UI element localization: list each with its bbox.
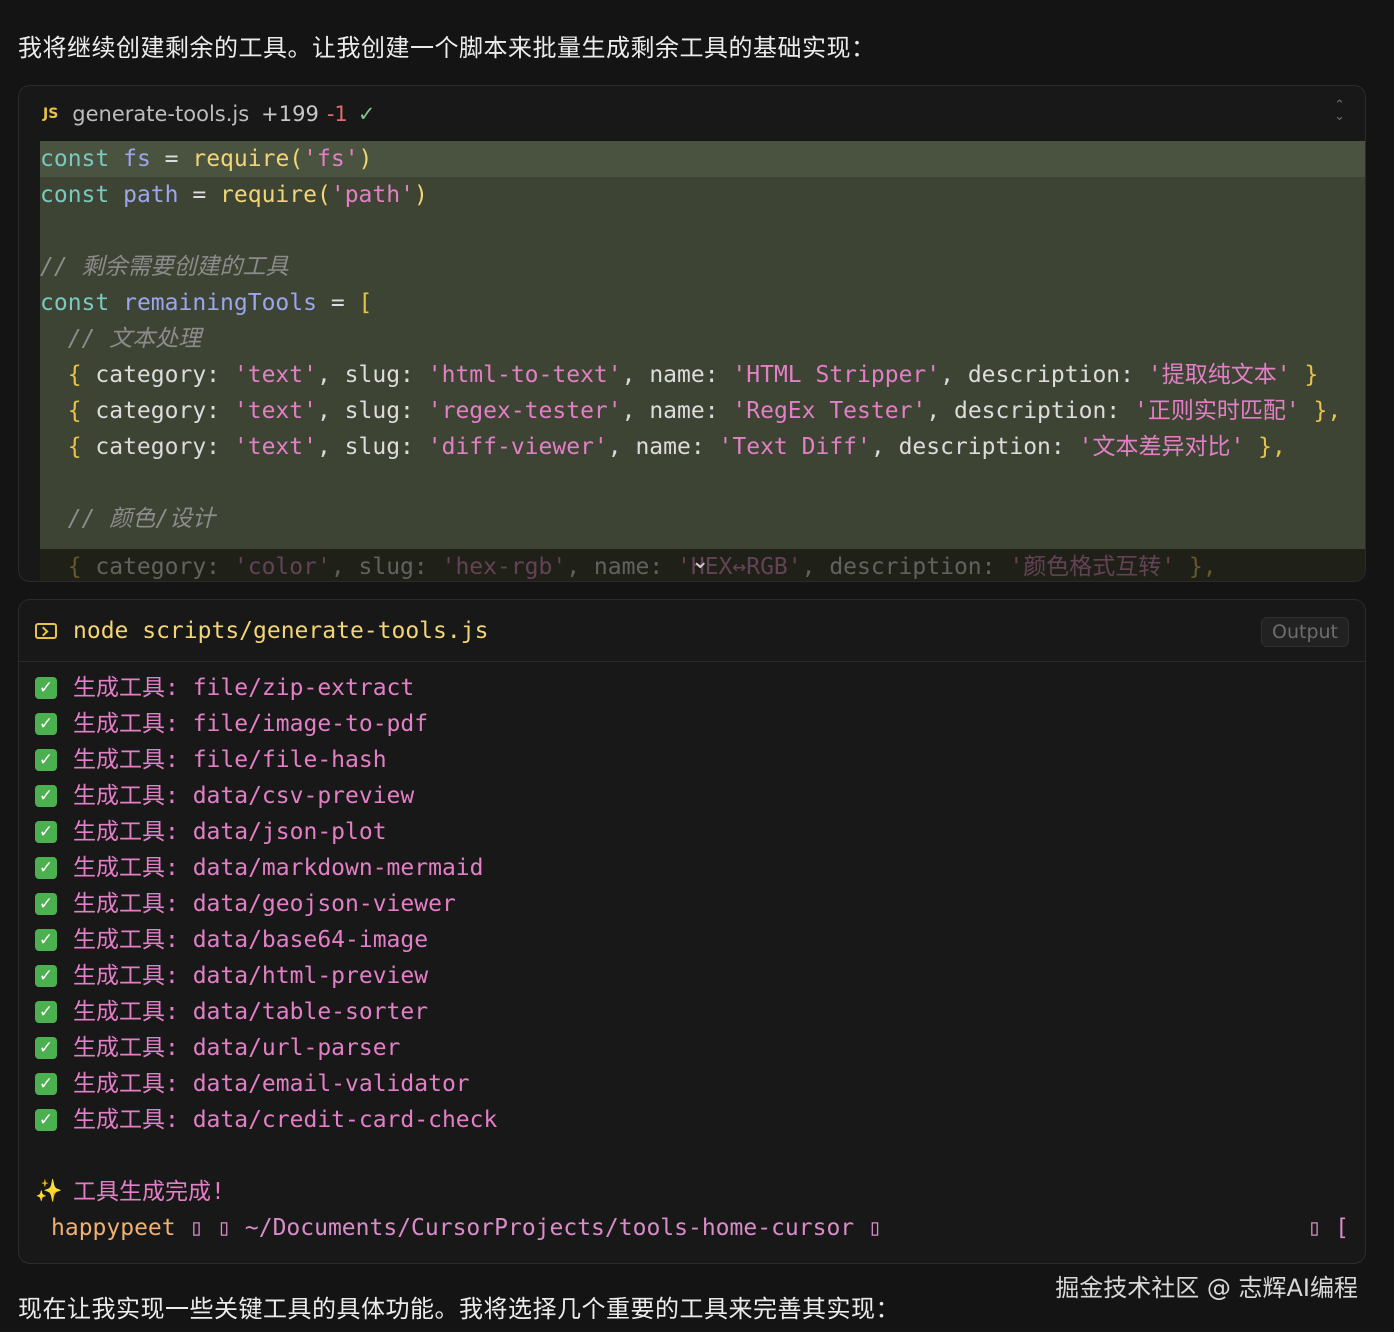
check-mark-icon: ✓ [35,857,57,879]
sparkles-icon: ✨ [35,1179,63,1204]
chevron-down-icon[interactable]: ⌄ [691,549,709,574]
watermark: 掘金技术社区 @ 志辉AI编程 [1055,1274,1358,1302]
prompt-glyph-icon: ▯ [854,1215,882,1241]
terminal-icon [35,622,57,639]
list-item: ✓ 生成工具: data/markdown-mermaid [19,850,1365,886]
prompt-right-glyph-icon: ▯ [ [1307,1215,1349,1241]
output-button[interactable]: Output [1261,617,1349,647]
outro-message: 现在让我实现一些关键工具的具体功能。我将选择几个重要的工具来完善其实现： [18,1295,900,1323]
js-file-icon: JS [43,105,59,122]
lines-removed: -1 [326,101,348,126]
prompt-glyph-icon: ▯ ▯ [175,1215,245,1241]
code-line: { category: 'text', slug: 'regex-tester'… [40,398,1342,424]
code-line: const fs = require('fs') [40,141,1365,177]
check-mark-icon: ✓ [35,1109,57,1131]
code-line: const path = require('path') [40,182,428,208]
check-mark-icon: ✓ [35,749,57,771]
check-icon: ✓ [357,101,376,126]
code-edit-card: JS generate-tools.js +199 -1 ✓ ⌃ ⌄ const … [18,85,1366,582]
list-item: ✓ 生成工具: data/table-sorter [19,994,1365,1030]
check-mark-icon: ✓ [35,929,57,951]
list-item: ✓ 生成工具: file/zip-extract [19,670,1365,706]
check-mark-icon: ✓ [35,1037,57,1059]
list-item: ✓ 生成工具: data/base64-image [19,922,1365,958]
list-item: ✓ 生成工具: data/json-plot [19,814,1365,850]
check-mark-icon: ✓ [35,821,57,843]
check-mark-icon: ✓ [35,1001,57,1023]
list-item: ✓ 生成工具: data/url-parser [19,1030,1365,1066]
list-item: ✓ 生成工具: data/email-validator [19,1066,1365,1102]
code-comment: // 颜色/设计 [40,506,216,532]
terminal-header: node scripts/generate-tools.js Output [19,600,1365,662]
list-item: ✓ 生成工具: data/geojson-viewer [19,886,1365,922]
code-line: { category: 'text', slug: 'diff-viewer',… [40,434,1286,460]
list-item: ✓ 生成工具: file/image-to-pdf [19,706,1365,742]
check-mark-icon: ✓ [35,713,57,735]
check-mark-icon: ✓ [35,1073,57,1095]
check-mark-icon: ✓ [35,965,57,987]
terminal-output: ✓ 生成工具: file/zip-extract ✓ 生成工具: file/imag… [19,662,1365,1246]
terminal-card: node scripts/generate-tools.js Output ✓ 生… [18,599,1366,1264]
check-mark-icon: ✓ [35,677,57,699]
code-line: { category: 'text', slug: 'html-to-text'… [40,362,1319,388]
code-header[interactable]: JS generate-tools.js +199 -1 ✓ ⌃ ⌄ [19,86,1365,141]
shell-prompt: happypeet ▯ ▯ ~/Documents/CursorProjects… [19,1210,1365,1246]
code-comment: // 剩余需要创建的工具 [40,254,289,280]
terminal-command: node scripts/generate-tools.js [73,617,489,644]
file-name[interactable]: generate-tools.js [72,102,249,126]
check-mark-icon: ✓ [35,785,57,807]
intro-message: 我将继续创建剩余的工具。让我创建一个脚本来批量生成剩余工具的基础实现： [18,34,876,62]
list-item: ✓ 生成工具: file/file-hash [19,742,1365,778]
check-mark-icon: ✓ [35,893,57,915]
list-item: ✓ 生成工具: data/html-preview [19,958,1365,994]
done-message: ✨ 工具生成完成! [19,1174,1365,1210]
code-comment: // 文本处理 [40,326,202,352]
code-content: const fs = require('fs') const path = re… [40,141,1365,549]
lines-added: +199 [261,101,319,126]
expand-toggle-icon[interactable]: ⌃ ⌄ [1334,99,1345,123]
list-item: ✓ 生成工具: data/csv-preview [19,778,1365,814]
list-item: ✓ 生成工具: data/credit-card-check [19,1102,1365,1138]
code-line: const remainingTools = [ [40,290,373,316]
